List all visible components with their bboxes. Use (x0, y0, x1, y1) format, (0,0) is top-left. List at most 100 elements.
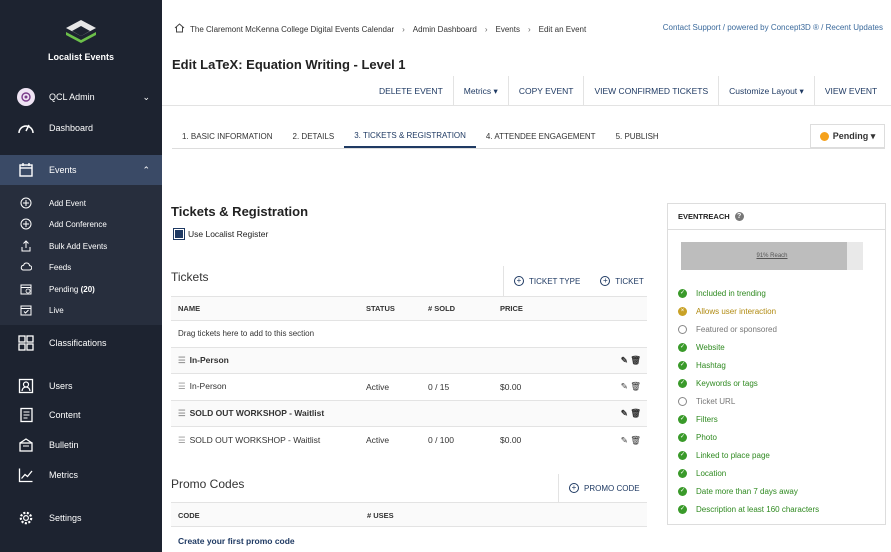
tab-publish[interactable]: 5. PUBLISH (606, 124, 669, 148)
view-confirmed-tickets-button[interactable]: VIEW CONFIRMED TICKETS (583, 76, 718, 106)
tab-attendee-engagement[interactable]: 4. ATTENDEE ENGAGEMENT (476, 124, 606, 148)
sidebar-item-events[interactable]: Events ⌃ (0, 155, 162, 185)
ticket-group-row[interactable]: ☰ In-Person ✎ 🗑 (171, 346, 647, 374)
check-circle-icon: ✓ (678, 432, 687, 442)
copy-event-button[interactable]: COPY EVENT (507, 76, 584, 106)
submenu-add-event[interactable]: Add Event (0, 195, 162, 211)
eventreach-checklist: ✓ Included in trending × Allows user intera… (678, 284, 819, 518)
tab-basic-information[interactable]: 1. BASIC INFORMATION (172, 124, 283, 148)
warning-circle-icon: × (678, 306, 687, 316)
ticket-name: SOLD OUT WORKSHOP - Waitlist (189, 434, 321, 445)
ticket-status: Active (366, 373, 428, 401)
table-row[interactable]: ☰ SOLD OUT WORKSHOP - Waitlist Active 0 /… (171, 426, 647, 454)
sidebar-item-classifications[interactable]: Classifications (0, 333, 162, 353)
submenu-feeds[interactable]: Feeds (0, 259, 162, 275)
sidebar-item-settings[interactable]: Settings (0, 508, 162, 528)
delete-event-button[interactable]: DELETE EVENT (369, 76, 453, 106)
metrics-dropdown[interactable]: Metrics ▾ (452, 76, 508, 106)
sidebar-item-dashboard[interactable]: Dashboard (0, 118, 162, 138)
eventreach-item: ✓ Photo (678, 428, 819, 446)
eventreach-item-label: Linked to place page (696, 450, 770, 460)
submenu-label: Add Conference (49, 219, 107, 229)
ticket-status: Active (366, 426, 428, 454)
use-register-checkbox[interactable] (173, 228, 185, 240)
sidebar-item-label: Users (49, 381, 73, 391)
step-tabs: 1. BASIC INFORMATION 2. DETAILS 3. TICKE… (172, 124, 669, 148)
add-ticket-type-label: TICKET TYPE (529, 276, 581, 286)
divider (172, 148, 885, 149)
add-ticket-type-button[interactable]: + TICKET TYPE (504, 266, 590, 296)
ticket-group-row[interactable]: ☰ SOLD OUT WORKSHOP - Waitlist ✎ 🗑 (171, 399, 647, 427)
sidebar-item-label: Bulletin (49, 440, 79, 450)
status-dropdown[interactable]: Pending ▾ (810, 124, 885, 148)
customize-layout-dropdown[interactable]: Customize Layout ▾ (718, 76, 814, 106)
sidebar-item-users[interactable]: Users (0, 376, 162, 396)
check-circle-icon: ✓ (678, 504, 687, 514)
tab-tickets-registration[interactable]: 3. TICKETS & REGISTRATION (344, 124, 476, 148)
trash-icon[interactable]: 🗑 (630, 381, 641, 391)
plus-circle-icon: + (600, 276, 611, 286)
sidebar-item-metrics[interactable]: Metrics (0, 465, 162, 485)
edit-pencil-icon[interactable]: ✎ (621, 355, 628, 365)
create-promo-code-link[interactable]: Create your first promo code (178, 536, 295, 546)
reach-label[interactable]: 91% Reach (681, 242, 863, 270)
add-promo-code-button[interactable]: + PROMO CODE (558, 474, 650, 502)
localist-logo-icon (66, 20, 96, 43)
submenu-label: Pending (49, 284, 79, 294)
sidebar-item-label: Events (49, 165, 77, 175)
drag-handle-icon[interactable]: ☰ (178, 381, 186, 391)
breadcrumb-item[interactable]: Admin Dashboard (413, 25, 477, 34)
user-menu[interactable]: QCL Admin ⌄ (0, 87, 162, 107)
add-ticket-button[interactable]: + TICKET (590, 266, 653, 296)
eventreach-item: ✓ Included in trending (678, 284, 819, 302)
ticket-price: $0.00 (500, 426, 605, 454)
eventreach-item-label: Description at least 160 characters (696, 504, 820, 514)
empty-circle-icon (678, 324, 687, 334)
sidebar-item-label: Dashboard (49, 123, 94, 133)
trash-icon[interactable]: 🗑 (630, 435, 641, 445)
drag-handle-icon[interactable]: ☰ (178, 355, 186, 365)
submenu-bulk-add-events[interactable]: Bulk Add Events (0, 238, 162, 254)
eventreach-item-label: Filters (696, 414, 718, 424)
edit-pencil-icon[interactable]: ✎ (621, 408, 628, 418)
sidebar-item-bulletin[interactable]: Bulletin (0, 435, 162, 455)
eventreach-item: ✓ Hashtag (678, 356, 819, 374)
submenu-pending[interactable]: Pending (20) (0, 281, 162, 297)
submenu-add-conference[interactable]: Add Conference (0, 216, 162, 232)
actions-column (605, 296, 647, 321)
speedometer-icon (16, 119, 36, 137)
trash-icon[interactable]: 🗑 (630, 355, 641, 365)
eventreach-item: ✓ Location (678, 464, 819, 482)
sidebar-item-content[interactable]: Content (0, 405, 162, 425)
trash-icon[interactable]: 🗑 (630, 408, 641, 418)
edit-pencil-icon[interactable]: ✎ (621, 435, 628, 445)
check-circle-icon: ✓ (678, 360, 687, 370)
brand-logo[interactable]: Localist Events (0, 18, 162, 62)
help-icon[interactable]: ? (734, 212, 744, 221)
drag-handle-icon[interactable]: ☰ (178, 435, 186, 445)
breadcrumb-item[interactable]: Events (496, 25, 520, 34)
home-icon[interactable] (174, 23, 185, 35)
check-circle-icon: ✓ (678, 378, 687, 388)
upload-icon (19, 239, 33, 253)
table-row[interactable]: ☰ In-Person Active 0 / 15 $0.00 ✎ 🗑 (171, 373, 647, 401)
breadcrumb-separator: › (527, 24, 531, 34)
eventreach-item: Ticket URL (678, 392, 819, 410)
submenu-label: Live (49, 305, 64, 315)
drag-handle-icon[interactable]: ☰ (178, 408, 186, 418)
support-links[interactable]: Contact Support / powered by Concept3D ®… (663, 23, 883, 32)
submenu-label: Bulk Add Events (49, 241, 108, 251)
edit-pencil-icon[interactable]: ✎ (621, 381, 628, 391)
breadcrumb-item[interactable]: The Claremont McKenna College Digital Ev… (190, 25, 394, 34)
submenu-live[interactable]: Live (0, 302, 162, 318)
view-event-button[interactable]: VIEW EVENT (813, 76, 887, 106)
eventreach-item-label: Location (696, 468, 727, 478)
eventreach-item: ✓ Linked to place page (678, 446, 819, 464)
column-header: PRICE (500, 296, 605, 321)
add-ticket-label: TICKET (615, 276, 644, 286)
status-dot-icon (819, 131, 829, 141)
divider (162, 105, 891, 106)
use-register-option: Use Localist Register (173, 228, 268, 240)
group-name: SOLD OUT WORKSHOP - Waitlist (189, 408, 325, 419)
tab-details[interactable]: 2. DETAILS (283, 124, 345, 148)
